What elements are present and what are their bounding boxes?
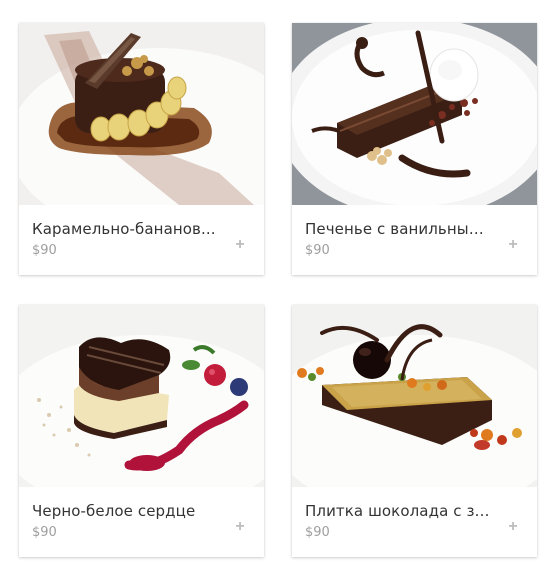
product-image[interactable] xyxy=(19,23,264,205)
product-title[interactable]: Карамельно-бананов... xyxy=(32,220,222,238)
product-image[interactable] xyxy=(292,23,537,205)
product-price: $90 xyxy=(32,243,57,258)
product-grid: Карамельно-бананов... $90 + Печенье с ва… xyxy=(0,0,560,581)
chocolate-bar-dessert-photo-icon xyxy=(292,305,537,487)
add-to-cart-button[interactable]: + xyxy=(232,237,248,253)
caramel-banana-dessert-photo-icon xyxy=(19,23,264,205)
product-price: $90 xyxy=(305,525,330,540)
chocolate-cookie-vanilla-dessert-photo-icon xyxy=(292,23,537,205)
product-card[interactable]: Черно-белое сердце $90 + xyxy=(19,305,264,557)
product-title[interactable]: Печенье с ванильным ... xyxy=(305,220,495,238)
product-image[interactable] xyxy=(292,305,537,487)
product-title[interactable]: Плитка шоколада с зо... xyxy=(305,502,495,520)
product-title[interactable]: Черно-белое сердце xyxy=(32,502,222,520)
product-card[interactable]: Карамельно-бананов... $90 + xyxy=(19,23,264,275)
product-price: $90 xyxy=(305,243,330,258)
product-price: $90 xyxy=(32,525,57,540)
product-card[interactable]: Плитка шоколада с зо... $90 + xyxy=(292,305,537,557)
black-white-heart-dessert-photo-icon xyxy=(19,305,264,487)
add-to-cart-button[interactable]: + xyxy=(232,519,248,535)
product-card[interactable]: Печенье с ванильным ... $90 + xyxy=(292,23,537,275)
product-image[interactable] xyxy=(19,305,264,487)
add-to-cart-button[interactable]: + xyxy=(505,519,521,535)
add-to-cart-button[interactable]: + xyxy=(505,237,521,253)
